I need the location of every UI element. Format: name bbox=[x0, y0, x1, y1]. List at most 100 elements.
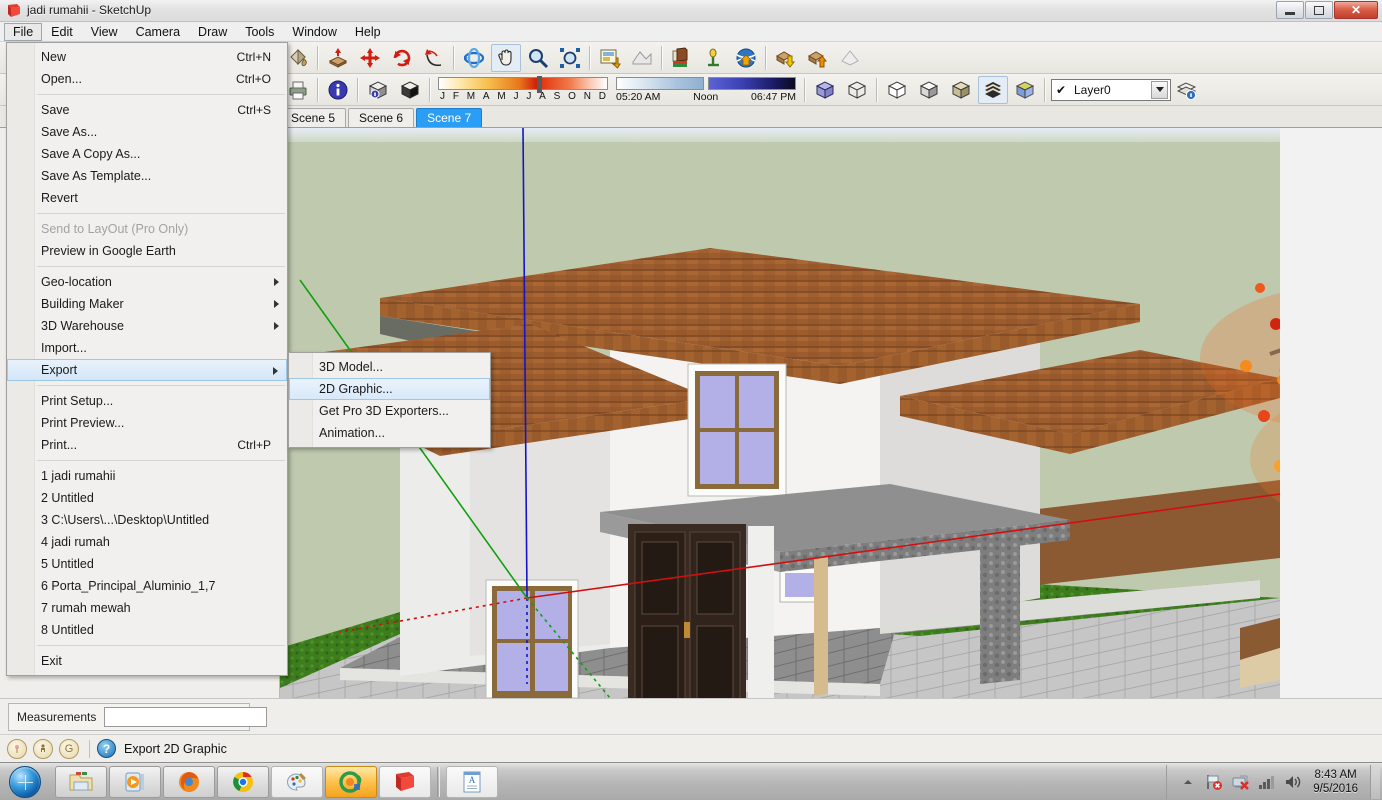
file-menu-save-as[interactable]: Save As... bbox=[7, 121, 287, 143]
position-icon[interactable] bbox=[7, 738, 27, 759]
file-menu-exit[interactable]: Exit bbox=[7, 650, 287, 672]
google-icon[interactable]: G bbox=[59, 738, 79, 759]
recent-file-3[interactable]: 3 C:\Users\...\Desktop\Untitled bbox=[7, 509, 287, 531]
file-menu-print[interactable]: Print... Ctrl+P bbox=[7, 434, 287, 456]
file-menu-save-as-template[interactable]: Save As Template... bbox=[7, 165, 287, 187]
upload-component-icon[interactable] bbox=[803, 44, 833, 72]
model-info-icon[interactable] bbox=[323, 76, 353, 104]
person-icon[interactable] bbox=[33, 738, 53, 759]
chevron-up-icon[interactable] bbox=[1177, 771, 1199, 793]
paint-icon[interactable] bbox=[271, 765, 323, 798]
solid-tools-icon[interactable] bbox=[395, 76, 425, 104]
media-player-icon[interactable] bbox=[109, 765, 161, 798]
firefox-icon[interactable] bbox=[163, 765, 215, 798]
recent-file-6[interactable]: 6 Porta_Principal_Aluminio_1,7 bbox=[7, 575, 287, 597]
signal-icon[interactable] bbox=[1255, 771, 1277, 793]
component-info-icon[interactable] bbox=[363, 76, 393, 104]
month-label: S bbox=[553, 91, 561, 102]
download-component-icon[interactable] bbox=[771, 44, 801, 72]
measurements-input[interactable] bbox=[104, 707, 268, 727]
xray-icon[interactable] bbox=[1010, 76, 1040, 104]
sketchup-icon[interactable] bbox=[379, 765, 431, 798]
share-model-icon[interactable] bbox=[835, 44, 865, 72]
get-models-icon[interactable] bbox=[731, 44, 761, 72]
shadow-month-slider[interactable]: J F M A M J J A S O N D bbox=[438, 76, 608, 102]
recent-file-1[interactable]: 1 jadi rumahii bbox=[7, 465, 287, 487]
shaded-icon[interactable] bbox=[914, 76, 944, 104]
close-button[interactable]: ✕ bbox=[1334, 1, 1378, 19]
iso-view-icon[interactable] bbox=[810, 76, 840, 104]
file-menu-export[interactable]: Export bbox=[7, 359, 287, 381]
pan-icon[interactable] bbox=[491, 43, 521, 72]
network-error-icon[interactable] bbox=[1229, 771, 1251, 793]
layer-dropdown[interactable]: ✔ Layer0 bbox=[1051, 78, 1171, 101]
menu-file[interactable]: File bbox=[4, 22, 43, 41]
menu-draw[interactable]: Draw bbox=[189, 23, 236, 41]
file-menu-save[interactable]: Save Ctrl+S bbox=[7, 99, 287, 121]
recent-file-2[interactable]: 2 Untitled bbox=[7, 487, 287, 509]
orbit-icon[interactable] bbox=[459, 44, 489, 72]
hidden-line-icon[interactable] bbox=[882, 76, 912, 104]
toggle-terrain-icon[interactable] bbox=[627, 44, 657, 72]
show-desktop-button[interactable] bbox=[1370, 764, 1380, 799]
rotate-icon[interactable] bbox=[387, 44, 417, 72]
follow-me-icon[interactable] bbox=[419, 44, 449, 72]
export-2d-graphic[interactable]: 2D Graphic... bbox=[289, 378, 490, 400]
wireframe-icon[interactable] bbox=[842, 76, 872, 104]
file-menu-open[interactable]: Open... Ctrl+O bbox=[7, 68, 287, 90]
file-menu-revert-label: Revert bbox=[41, 191, 78, 205]
zoom-icon[interactable] bbox=[523, 44, 553, 72]
place-model-icon[interactable] bbox=[699, 44, 729, 72]
file-menu-print-label: Print... bbox=[41, 438, 78, 452]
monochrome-icon[interactable] bbox=[978, 75, 1008, 104]
file-menu-new[interactable]: New Ctrl+N bbox=[7, 46, 287, 68]
photo-textures-icon[interactable] bbox=[667, 44, 697, 72]
export-3d-model[interactable]: 3D Model... bbox=[289, 356, 490, 378]
scene-tab-5[interactable]: Scene 5 bbox=[280, 108, 347, 127]
antivirus-icon[interactable] bbox=[325, 765, 377, 798]
shaded-texture-icon[interactable] bbox=[946, 76, 976, 104]
taskbar-clock[interactable]: 8:43 AM 9/5/2016 bbox=[1305, 768, 1368, 796]
recent-file-8-label: 8 Untitled bbox=[41, 623, 94, 637]
recent-file-8[interactable]: 8 Untitled bbox=[7, 619, 287, 641]
minimize-button[interactable] bbox=[1276, 1, 1304, 19]
file-menu-building-maker[interactable]: Building Maker bbox=[7, 293, 287, 315]
scene-tab-7[interactable]: Scene 7 bbox=[416, 108, 483, 127]
menu-view[interactable]: View bbox=[82, 23, 127, 41]
export-animation[interactable]: Animation... bbox=[289, 422, 490, 444]
layer-manager-icon[interactable] bbox=[1172, 76, 1202, 104]
file-menu-print-setup[interactable]: Print Setup... bbox=[7, 390, 287, 412]
file-menu-geo-location[interactable]: Geo-location bbox=[7, 271, 287, 293]
volume-icon[interactable] bbox=[1281, 771, 1303, 793]
move-icon[interactable] bbox=[355, 44, 385, 72]
recent-file-5[interactable]: 5 Untitled bbox=[7, 553, 287, 575]
menu-tools[interactable]: Tools bbox=[236, 23, 283, 41]
recent-file-3-label: 3 C:\Users\...\Desktop\Untitled bbox=[41, 513, 210, 527]
file-menu-3d-warehouse[interactable]: 3D Warehouse bbox=[7, 315, 287, 337]
menu-window[interactable]: Window bbox=[283, 23, 345, 41]
help-icon[interactable]: ? bbox=[97, 739, 116, 758]
recent-file-7[interactable]: 7 rumah mewah bbox=[7, 597, 287, 619]
chevron-down-icon[interactable] bbox=[1151, 80, 1168, 99]
file-menu-save-copy-as[interactable]: Save A Copy As... bbox=[7, 143, 287, 165]
recent-file-4[interactable]: 4 jadi rumah bbox=[7, 531, 287, 553]
shadow-time-slider[interactable]: 05:20 AM Noon 06:47 PM bbox=[616, 76, 796, 103]
menu-edit[interactable]: Edit bbox=[42, 23, 82, 41]
file-explorer-icon[interactable] bbox=[55, 765, 107, 798]
wordpad-icon[interactable]: A bbox=[446, 765, 498, 798]
menu-help[interactable]: Help bbox=[346, 23, 390, 41]
scene-tab-6[interactable]: Scene 6 bbox=[348, 108, 415, 127]
chrome-icon[interactable] bbox=[217, 765, 269, 798]
file-menu-import[interactable]: Import... bbox=[7, 337, 287, 359]
zoom-extents-icon[interactable] bbox=[555, 44, 585, 72]
add-location-icon[interactable] bbox=[595, 44, 625, 72]
push-pull-icon[interactable] bbox=[323, 44, 353, 72]
export-get-pro-3d-exporters[interactable]: Get Pro 3D Exporters... bbox=[289, 400, 490, 422]
file-menu-preview-google-earth[interactable]: Preview in Google Earth bbox=[7, 240, 287, 262]
restore-button[interactable] bbox=[1305, 1, 1333, 19]
file-menu-revert[interactable]: Revert bbox=[7, 187, 287, 209]
windows-start-orb[interactable] bbox=[3, 765, 47, 799]
file-menu-print-preview[interactable]: Print Preview... bbox=[7, 412, 287, 434]
flag-alert-icon[interactable] bbox=[1203, 771, 1225, 793]
menu-camera[interactable]: Camera bbox=[127, 23, 189, 41]
